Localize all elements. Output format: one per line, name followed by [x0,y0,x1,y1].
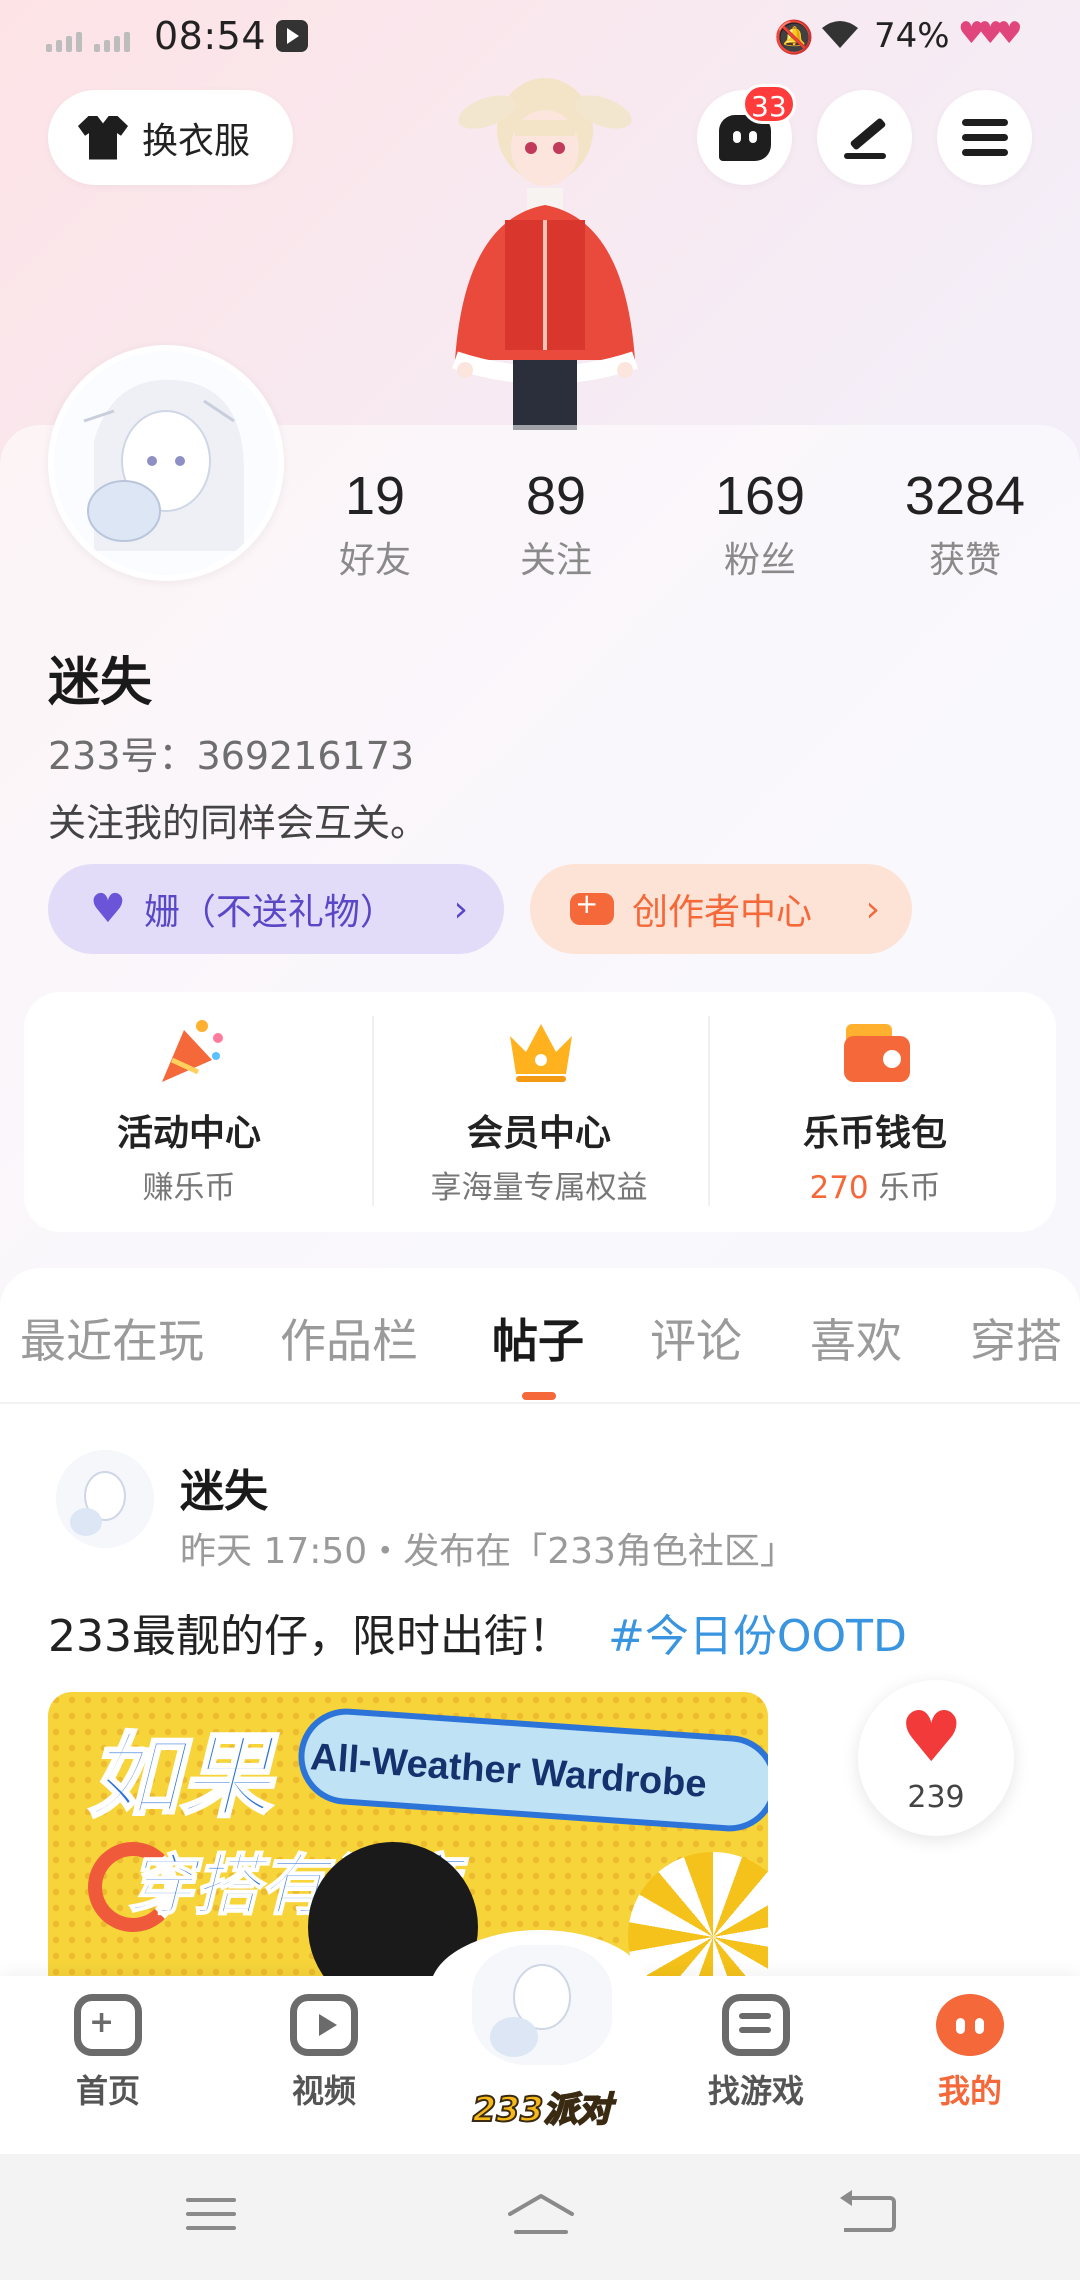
hamburger-menu-icon [961,119,1008,156]
heart-icon: ♥ [900,1696,963,1778]
tab-divider [0,1402,1080,1404]
coin-unit: 乐币 [878,1170,941,1206]
recent-apps-icon[interactable] [186,2198,236,2230]
nav-label: 我的 [937,2072,1002,2110]
message-count-badge: 33 [742,84,796,124]
gamepad-icon [570,887,614,925]
tab-works[interactable]: 作品栏 [280,1305,418,1371]
nav-find-games[interactable]: 找游戏 [676,1994,836,2112]
battery-hearts-icon: ♥♥♥ [958,16,1023,51]
post-text: 233最靓的仔，限时出街！ #今日份OOTD [48,1600,907,1664]
post-hashtag[interactable]: #今日份OOTD [608,1611,907,1662]
edit-profile-button[interactable] [817,90,912,185]
feature-title: 会员中心 [466,1113,611,1154]
nav-label: 找游戏 [707,2072,804,2110]
post-author-avatar[interactable] [56,1450,154,1548]
like-count: 239 [907,1780,965,1815]
post-meta: 昨天 17:50・发布在「233角色社区」 [180,1531,796,1572]
profile-id: 233号：369216173 [48,734,415,778]
nav-label: 视频 [291,2072,356,2110]
change-outfit-button[interactable]: 换衣服 [48,90,293,185]
like-button[interactable]: ♥ 239 [858,1680,1014,1836]
media-playing-icon [276,20,308,52]
tab-comments[interactable]: 评论 [650,1305,742,1371]
menu-button[interactable] [937,90,1032,185]
post-image[interactable]: 如果 All-Weather Wardrobe 穿搭有温度 [48,1692,768,1982]
party-popper-icon [154,1016,228,1086]
feature-title: 活动中心 [116,1113,261,1154]
change-outfit-label: 换衣服 [142,120,251,162]
wifi-icon [820,18,860,58]
tab-likes[interactable]: 喜欢 [810,1305,902,1371]
party-logo[interactable]: 233派对 [452,2082,632,2131]
profile-bio: 关注我的同样会互关。 [48,801,429,845]
stat-value: 19 [344,466,406,526]
partner-tag-button[interactable]: ♥ 姗（不送礼物） › [48,864,504,954]
coin-balance: 270 [809,1170,869,1206]
back-icon[interactable] [840,2190,896,2232]
tab-outfits[interactable]: 穿搭 [970,1305,1062,1371]
shirt-icon [78,115,128,160]
stat-value: 89 [525,466,587,526]
stat-label: 粉丝 [723,540,796,581]
post-body: 233最靓的仔，限时出街！ [48,1611,572,1662]
list-icon [722,1994,790,2056]
nav-label: 首页 [75,2072,140,2110]
stat-fans[interactable]: 169 粉丝 [660,465,860,583]
stat-label: 关注 [519,540,592,581]
features-card: 活动中心 赚乐币 会员中心 享海量专属权益 乐币钱包 270 乐币 [24,992,1056,1232]
stat-label: 获赞 [928,540,1001,581]
feature-subtitle: 赚乐币 [142,1170,236,1206]
activity-center-entry[interactable]: 活动中心 赚乐币 [24,992,354,1232]
home-icon[interactable] [506,2192,576,2236]
nav-me[interactable]: 我的 [890,1994,1050,2112]
profile-username: 迷失 [48,653,153,713]
crown-icon [504,1016,578,1086]
play-icon [290,1994,358,2056]
feature-subtitle: 享海量专属权益 [430,1170,648,1206]
chevron-right-icon: › [453,888,468,930]
signal-icon [46,28,146,52]
partner-tag-label: 姗（不送礼物） [143,892,396,933]
gamepad-icon [74,1994,142,2056]
chevron-right-icon: › [865,888,880,930]
nav-video[interactable]: 视频 [244,1994,404,2112]
feature-subtitle: 270 乐币 [710,1162,1040,1207]
bell-muted-icon: 🔕 [774,18,814,56]
feature-title: 乐币钱包 [802,1113,947,1154]
party-avatar[interactable] [472,1945,612,2065]
battery-percent: 74% [874,16,950,56]
profile-avatar[interactable] [48,345,284,581]
member-center-entry[interactable]: 会员中心 享海量专属权益 [374,992,704,1232]
tab-posts[interactable]: 帖子 [492,1305,584,1371]
stat-following[interactable]: 89 关注 [456,465,656,583]
wallet-entry[interactable]: 乐币钱包 270 乐币 [710,992,1040,1232]
tab-recently-played[interactable]: 最近在玩 [20,1305,204,1371]
status-bar: 08:54 🔕 74% ♥♥♥ [0,0,1080,72]
wallet-icon [840,1016,914,1086]
post-author-name[interactable]: 迷失 [180,1455,268,1519]
creator-center-label: 创作者中心 [632,892,813,933]
double-heart-icon: ♥ [90,886,126,932]
stat-label: 好友 [338,540,411,581]
nav-home[interactable]: 首页 [28,1994,188,2112]
status-time: 08:54 [154,14,267,58]
stat-value: 3284 [904,466,1026,526]
stat-friends[interactable]: 19 好友 [275,465,475,583]
me-icon [936,1994,1004,2056]
image-title: 如果 [86,1722,273,1832]
pen-icon [842,115,888,161]
stat-likes[interactable]: 3284 获赞 [865,465,1065,583]
active-tab-indicator [522,1392,556,1400]
stat-value: 169 [714,466,806,526]
creator-center-button[interactable]: 创作者中心 › [530,864,912,954]
avatar-character-figure[interactable] [395,70,695,430]
